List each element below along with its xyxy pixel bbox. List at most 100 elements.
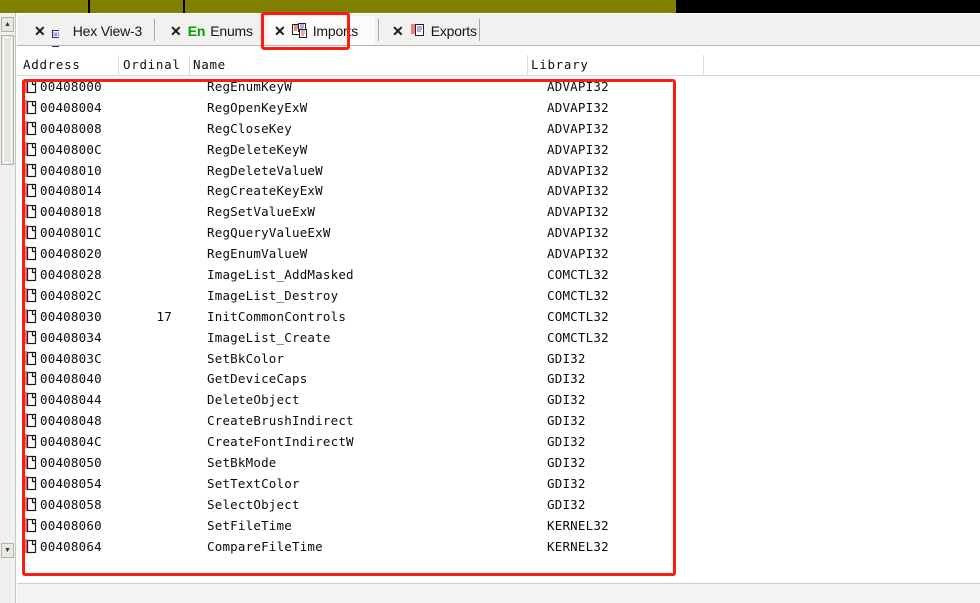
cell-address: 00408030 [40, 308, 102, 324]
column-header-row: Address Ordinal Name Library [17, 55, 980, 76]
table-row[interactable]: 00408040 GetDeviceCaps GDI32 [17, 369, 980, 390]
cell-library: KERNEL32 [547, 517, 609, 533]
cell-name: RegCloseKey [207, 120, 292, 136]
scrollbar-thumb[interactable] [1, 35, 14, 165]
cell-address: 00408040 [40, 371, 102, 387]
column-header-name[interactable]: Name [193, 57, 226, 72]
table-row[interactable]: 00408058 SelectObject GDI32 [17, 495, 980, 516]
cell-library: COMCTL32 [547, 267, 609, 283]
cell-name: SetFileTime [207, 517, 292, 533]
import-entry-icon [23, 204, 38, 220]
table-row[interactable]: 00408048 CreateBrushIndirect GDI32 [17, 411, 980, 432]
cell-library: ADVAPI32 [547, 246, 609, 262]
table-row[interactable]: 00408030 17 InitCommonControls COMCTL32 [17, 307, 980, 328]
title-band-tick [183, 0, 185, 13]
tab-hex-view-3[interactable]: ✕ 101011 Hex View-3 [27, 16, 152, 54]
cell-address: 00408028 [40, 267, 102, 283]
table-row[interactable]: 00408028 ImageList_AddMasked COMCTL32 [17, 265, 980, 286]
cell-name: RegQueryValueExW [207, 225, 331, 241]
import-entry-icon [23, 246, 38, 262]
cell-library: GDI32 [547, 371, 586, 387]
tab-label: Imports [312, 22, 359, 39]
table-row[interactable]: 00408054 SetTextColor GDI32 [17, 474, 980, 495]
table-row[interactable]: 00408060 SetFileTime KERNEL32 [17, 516, 980, 537]
import-entry-icon [23, 371, 38, 387]
left-scrollbar-strip[interactable]: ▲ ▼ [0, 13, 16, 603]
tab-close-icon[interactable]: ✕ [274, 24, 286, 38]
tab-close-icon[interactable]: ✕ [392, 24, 404, 38]
table-row[interactable]: 00408018 RegSetValueExW ADVAPI32 [17, 202, 980, 223]
column-header-address[interactable]: Address [23, 57, 81, 72]
cell-name: RegEnumValueW [207, 246, 308, 262]
table-row[interactable]: 0040800C RegDeleteKeyW ADVAPI32 [17, 140, 980, 161]
tab-imports[interactable]: ✕ Imports [267, 16, 375, 45]
cell-address: 00408034 [40, 329, 102, 345]
table-row[interactable]: 0040801C RegQueryValueExW ADVAPI32 [17, 223, 980, 244]
cell-name: ImageList_Create [207, 329, 331, 345]
table-row[interactable]: 00408014 RegCreateKeyExW ADVAPI32 [17, 181, 980, 202]
cell-library: COMCTL32 [547, 287, 609, 303]
cell-address: 0040800C [40, 141, 102, 157]
cell-ordinal: 17 [156, 308, 172, 324]
table-row[interactable]: 00408020 RegEnumValueW ADVAPI32 [17, 244, 980, 265]
table-row[interactable]: 00408010 RegDeleteValueW ADVAPI32 [17, 161, 980, 182]
column-divider[interactable] [703, 55, 704, 76]
import-entry-icon [23, 309, 38, 325]
cell-name: RegDeleteValueW [207, 162, 323, 178]
import-entry-icon [23, 142, 38, 158]
scroll-down-button[interactable]: ▼ [1, 543, 14, 558]
import-entry-icon [23, 183, 38, 199]
cell-address: 00408044 [40, 392, 102, 408]
cell-name: RegDeleteKeyW [207, 141, 308, 157]
import-entry-icon [23, 350, 38, 367]
cell-address: 00408058 [40, 496, 102, 512]
import-entry-icon [23, 518, 38, 534]
cell-address: 00408050 [40, 455, 102, 471]
cell-address: 00408060 [40, 517, 102, 533]
cell-address: 0040803C [40, 350, 102, 366]
cell-library: ADVAPI32 [547, 120, 609, 136]
column-divider[interactable] [189, 55, 190, 76]
column-header-ordinal[interactable]: Ordinal [123, 57, 181, 72]
cell-name: SetTextColor [207, 475, 300, 491]
cell-address: 00408014 [40, 183, 102, 199]
column-divider[interactable] [118, 55, 119, 76]
tab-enums[interactable]: ✕ En Enums [163, 16, 262, 45]
tab-close-icon[interactable]: ✕ [170, 24, 182, 38]
table-row[interactable]: 00408004 RegOpenKeyExW ADVAPI32 [17, 98, 980, 119]
table-row[interactable]: 00408008 RegCloseKey ADVAPI32 [17, 119, 980, 140]
table-row[interactable]: 00408044 DeleteObject GDI32 [17, 390, 980, 411]
title-band-olive [0, 0, 676, 13]
cell-address: 00408000 [40, 79, 102, 94]
table-row[interactable]: 00408050 SetBkMode GDI32 [17, 453, 980, 474]
table-row[interactable]: 0040803C SetBkColor GDI32 [17, 349, 980, 370]
cell-name: CreateFontIndirectW [207, 434, 354, 450]
column-header-library[interactable]: Library [531, 57, 589, 72]
import-entry-icon [23, 330, 38, 346]
tab-label: Exports [430, 22, 477, 39]
import-entry-icon [23, 162, 38, 179]
table-row[interactable]: 00408034 ImageList_Create COMCTL32 [17, 328, 980, 349]
table-row[interactable]: 00408000 RegEnumKeyW ADVAPI32 [17, 77, 980, 98]
cell-library: ADVAPI32 [547, 204, 609, 220]
exports-icon [410, 23, 426, 38]
cell-library: COMCTL32 [547, 329, 609, 345]
column-divider[interactable] [527, 55, 528, 76]
table-row[interactable]: 00408064 CompareFileTime KERNEL32 [17, 537, 980, 558]
import-entry-icon [23, 121, 38, 137]
title-band-tick [88, 0, 90, 13]
cell-name: SetBkColor [207, 350, 285, 366]
scroll-up-button[interactable]: ▲ [1, 17, 14, 32]
cell-library: ADVAPI32 [547, 162, 609, 178]
table-row[interactable]: 0040804C CreateFontIndirectW GDI32 [17, 432, 980, 453]
tab-exports[interactable]: ✕ Exports [385, 16, 486, 45]
tab-label: Enums [210, 22, 253, 39]
tab-close-icon[interactable]: ✕ [34, 24, 46, 38]
tab-separator [378, 19, 379, 41]
tab-separator [154, 19, 155, 41]
application-window: ▲ ▼ ✕ 101011 Hex View-3 ✕ En Enums ✕ [0, 0, 980, 603]
cell-address: 00408010 [40, 162, 102, 178]
table-row[interactable]: 0040802C ImageList_Destroy COMCTL32 [17, 286, 980, 307]
cell-library: GDI32 [547, 350, 586, 366]
cell-name: DeleteObject [207, 392, 300, 408]
